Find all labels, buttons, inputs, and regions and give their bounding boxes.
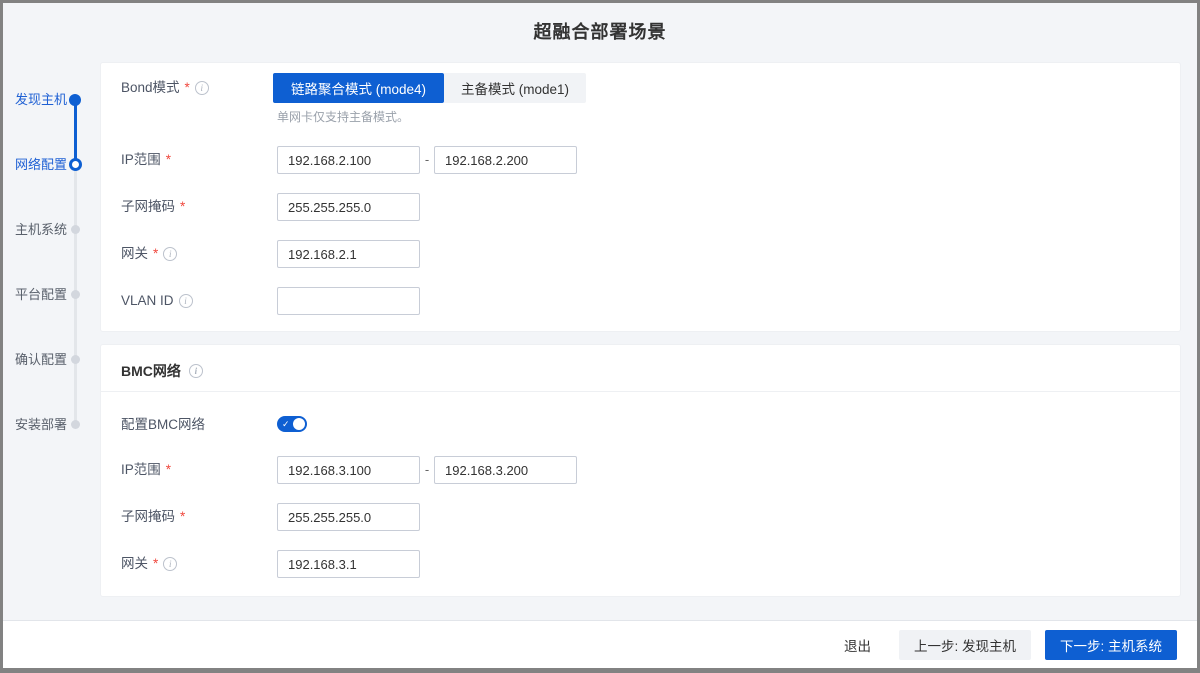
vlan-id-input[interactable]	[277, 287, 420, 315]
bmc-ip-range-end-input[interactable]	[434, 456, 577, 484]
required-mark: *	[153, 550, 158, 578]
subnet-mask-label: 子网掩码 *	[121, 193, 185, 221]
bond-mode-tabs: 链路聚合模式 (mode4) 主备模式 (mode1)	[273, 73, 586, 103]
bond-mode-label: Bond模式 * i	[121, 73, 209, 103]
bmc-network-card: BMC网络 i 配置BMC网络 ✓ IP范围 * - 子网掩码 * 网关 * i	[100, 344, 1181, 597]
ip-range-end-input[interactable]	[434, 146, 577, 174]
bmc-gateway-input[interactable]	[277, 550, 420, 578]
bmc-network-toggle[interactable]: ✓	[277, 416, 307, 432]
range-separator: -	[420, 146, 434, 174]
vlan-id-label: VLAN ID i	[121, 287, 193, 315]
info-icon[interactable]: i	[163, 247, 177, 261]
page-title: 超融合部署场景	[3, 18, 1197, 44]
sidebar-step-discover-hosts[interactable]: 发现主机	[3, 90, 67, 110]
required-mark: *	[153, 240, 158, 268]
network-config-card: Bond模式 * i 链路聚合模式 (mode4) 主备模式 (mode1) 单…	[100, 62, 1181, 332]
toggle-check-icon: ✓	[282, 417, 290, 431]
info-icon[interactable]: i	[179, 294, 193, 308]
step-progress-line-completed	[74, 100, 77, 165]
configure-bmc-label: 配置BMC网络	[121, 411, 205, 439]
sidebar-step-confirm-config: 确认配置	[3, 350, 67, 370]
toggle-knob	[293, 418, 305, 430]
info-icon[interactable]: i	[195, 81, 209, 95]
exit-button[interactable]: 退出	[838, 630, 877, 660]
range-separator: -	[420, 456, 434, 484]
sidebar-step-platform-config: 平台配置	[3, 285, 67, 305]
sidebar-step-network-config[interactable]: 网络配置	[3, 155, 67, 175]
info-icon[interactable]: i	[163, 557, 177, 571]
step-dot-pending-icon	[71, 355, 80, 364]
step-dot-pending-icon	[71, 225, 80, 234]
bmc-gateway-label: 网关 * i	[121, 550, 177, 578]
subnet-mask-input[interactable]	[277, 193, 420, 221]
section-divider	[101, 391, 1180, 392]
bmc-subnet-mask-input[interactable]	[277, 503, 420, 531]
required-mark: *	[166, 456, 171, 484]
bmc-ip-range-label: IP范围 *	[121, 456, 171, 484]
required-mark: *	[185, 73, 190, 103]
wizard-footer: 退出 上一步: 发现主机 下一步: 主机系统	[3, 620, 1197, 668]
next-step-button[interactable]: 下一步: 主机系统	[1045, 630, 1177, 660]
step-dot-current-icon	[69, 158, 82, 171]
step-dot-pending-icon	[71, 420, 80, 429]
required-mark: *	[166, 146, 171, 174]
gateway-input[interactable]	[277, 240, 420, 268]
ip-range-start-input[interactable]	[277, 146, 420, 174]
step-dot-pending-icon	[71, 290, 80, 299]
tab-bond-mode4[interactable]: 链路聚合模式 (mode4)	[273, 73, 444, 103]
required-mark: *	[180, 503, 185, 531]
prev-step-button[interactable]: 上一步: 发现主机	[899, 630, 1031, 660]
deployment-wizard-page: 超融合部署场景 发现主机 网络配置 主机系统 平台配置 确认配置 安装部署 Bo…	[0, 0, 1200, 673]
sidebar-step-host-system: 主机系统	[3, 220, 67, 240]
ip-range-label: IP范围 *	[121, 146, 171, 174]
info-icon[interactable]: i	[189, 364, 203, 378]
tab-bond-mode1[interactable]: 主备模式 (mode1)	[444, 73, 586, 103]
gateway-label: 网关 * i	[121, 240, 177, 268]
bond-mode-hint: 单网卡仅支持主备模式。	[277, 108, 409, 125]
bmc-subnet-mask-label: 子网掩码 *	[121, 503, 185, 531]
sidebar-step-install-deploy: 安装部署	[3, 415, 67, 435]
bmc-ip-range-start-input[interactable]	[277, 456, 420, 484]
required-mark: *	[180, 193, 185, 221]
step-dot-done-icon	[69, 94, 81, 106]
bmc-section-title: BMC网络 i	[121, 356, 203, 386]
